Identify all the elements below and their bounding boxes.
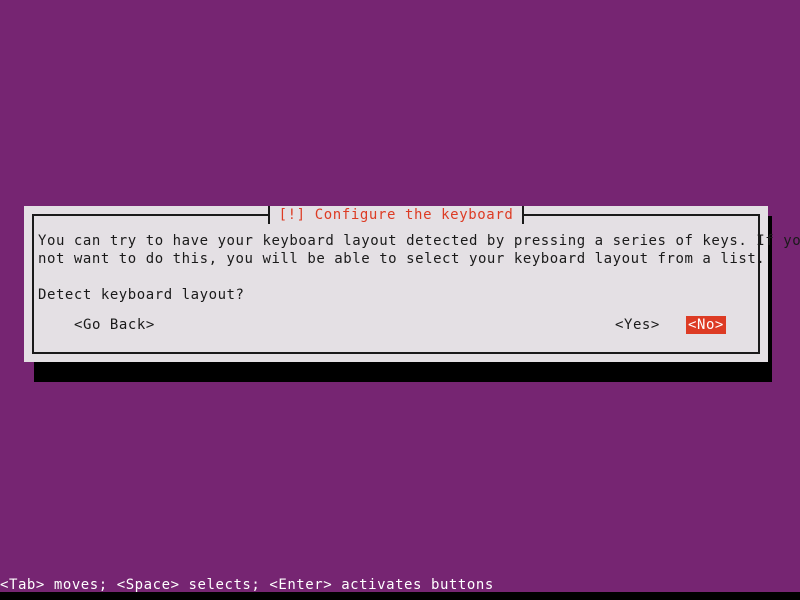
yes-button[interactable]: <Yes> bbox=[613, 316, 662, 334]
dialog-title-bar: [!] Configure the keyboard bbox=[32, 206, 760, 224]
title-rule-left bbox=[32, 214, 268, 216]
title-rule-right bbox=[524, 214, 760, 216]
description-line-1: You can try to have your keyboard layout… bbox=[38, 233, 800, 249]
dialog-title: [!] Configure the keyboard bbox=[269, 206, 523, 224]
no-button[interactable]: <No> bbox=[686, 316, 726, 334]
question-label: Detect keyboard layout? bbox=[38, 287, 245, 303]
description-line-2: not want to do this, you will be able to… bbox=[38, 251, 766, 267]
go-back-button[interactable]: <Go Back> bbox=[72, 316, 157, 334]
title-tick-right bbox=[522, 206, 525, 224]
bottom-black-bar bbox=[0, 592, 800, 600]
configure-keyboard-dialog: [!] Configure the keyboard You can try t… bbox=[24, 206, 800, 362]
dialog-button-row: <Go Back> <Yes> <No> bbox=[38, 316, 754, 334]
installer-screen: [!] Configure the keyboard You can try t… bbox=[0, 0, 800, 600]
